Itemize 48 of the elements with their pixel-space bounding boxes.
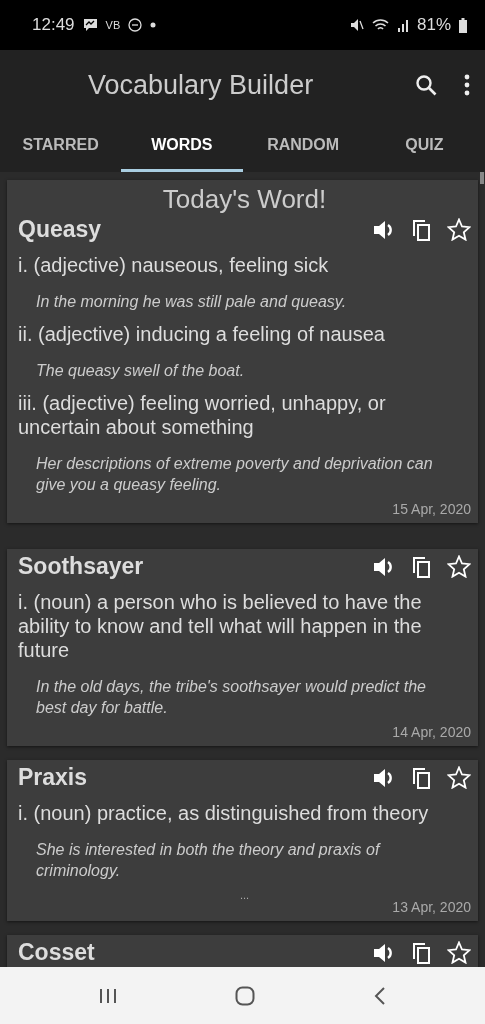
- chat-icon: [82, 18, 98, 32]
- example-sentence: The queasy swell of the boat.: [36, 361, 246, 381]
- example-sentence: In the old days, the tribe's soothsayer would predict the best day for battle.: [36, 677, 427, 718]
- section-heading: Today's Word!: [161, 184, 328, 215]
- star-icon[interactable]: [447, 555, 471, 578]
- mute-icon: [349, 18, 364, 32]
- search-button[interactable]: [415, 74, 437, 96]
- more-menu-button[interactable]: [463, 74, 471, 96]
- definition-text: i. (noun) a person who is believed to have the ability to know and tell what will happen in the future: [18, 590, 423, 662]
- star-icon[interactable]: [447, 218, 471, 241]
- word-title: Praxis: [18, 764, 89, 791]
- date-label: 13 Apr, 2020: [391, 899, 471, 915]
- tab[interactable]: STARRED: [0, 120, 122, 172]
- example-sentence: Her descriptions of extreme poverty and deprivation can give you a queasy feeling.: [36, 454, 434, 495]
- star-icon[interactable]: [447, 766, 471, 789]
- wifi-icon: [371, 18, 389, 32]
- tab[interactable]: WORDS: [121, 120, 243, 172]
- example-sentence: In the morning he was still pale and queasy.: [36, 292, 348, 312]
- copy-icon[interactable]: [413, 941, 431, 964]
- more-indicator: ...: [238, 889, 251, 901]
- definition-text: i. (noun) practice, as distinguished from theory: [18, 801, 430, 825]
- word-title: Cosset: [18, 939, 96, 966]
- tab[interactable]: QUIZ: [363, 120, 485, 172]
- star-icon[interactable]: [447, 941, 471, 964]
- copy-icon[interactable]: [413, 766, 431, 789]
- home-button[interactable]: [235, 985, 256, 1006]
- tab[interactable]: RANDOM: [242, 120, 364, 172]
- date-label: 14 Apr, 2020: [391, 724, 471, 740]
- word-title: Queasy: [18, 216, 103, 243]
- app-title: Vocabulary Builder: [88, 69, 315, 101]
- example-sentence: She is interested in both the theory and praxis of criminology.: [36, 840, 382, 881]
- do-not-disturb-icon: [128, 18, 143, 32]
- back-button[interactable]: [373, 986, 386, 1005]
- word-title: Soothsayer: [18, 553, 145, 580]
- copy-icon[interactable]: [413, 218, 431, 241]
- signal-icon: [396, 18, 409, 32]
- battery-percent: 81%: [416, 15, 451, 35]
- scrollbar: [480, 172, 484, 184]
- clock-time: 12:49: [32, 15, 75, 35]
- carrier-label: VB: [105, 19, 121, 31]
- battery-icon: [459, 17, 467, 33]
- dot-icon: [150, 22, 157, 28]
- date-label: 15 Apr, 2020: [391, 501, 471, 517]
- copy-icon[interactable]: [413, 555, 431, 578]
- definition-text: i. (adjective) nauseous, feeling sick: [18, 253, 330, 277]
- definition-text: iii. (adjective) feeling worried, unhappy, or uncertain about something: [18, 391, 387, 439]
- recent-apps-button[interactable]: [99, 987, 118, 1004]
- definition-text: ii. (adjective) inducing a feeling of nausea: [18, 322, 386, 346]
